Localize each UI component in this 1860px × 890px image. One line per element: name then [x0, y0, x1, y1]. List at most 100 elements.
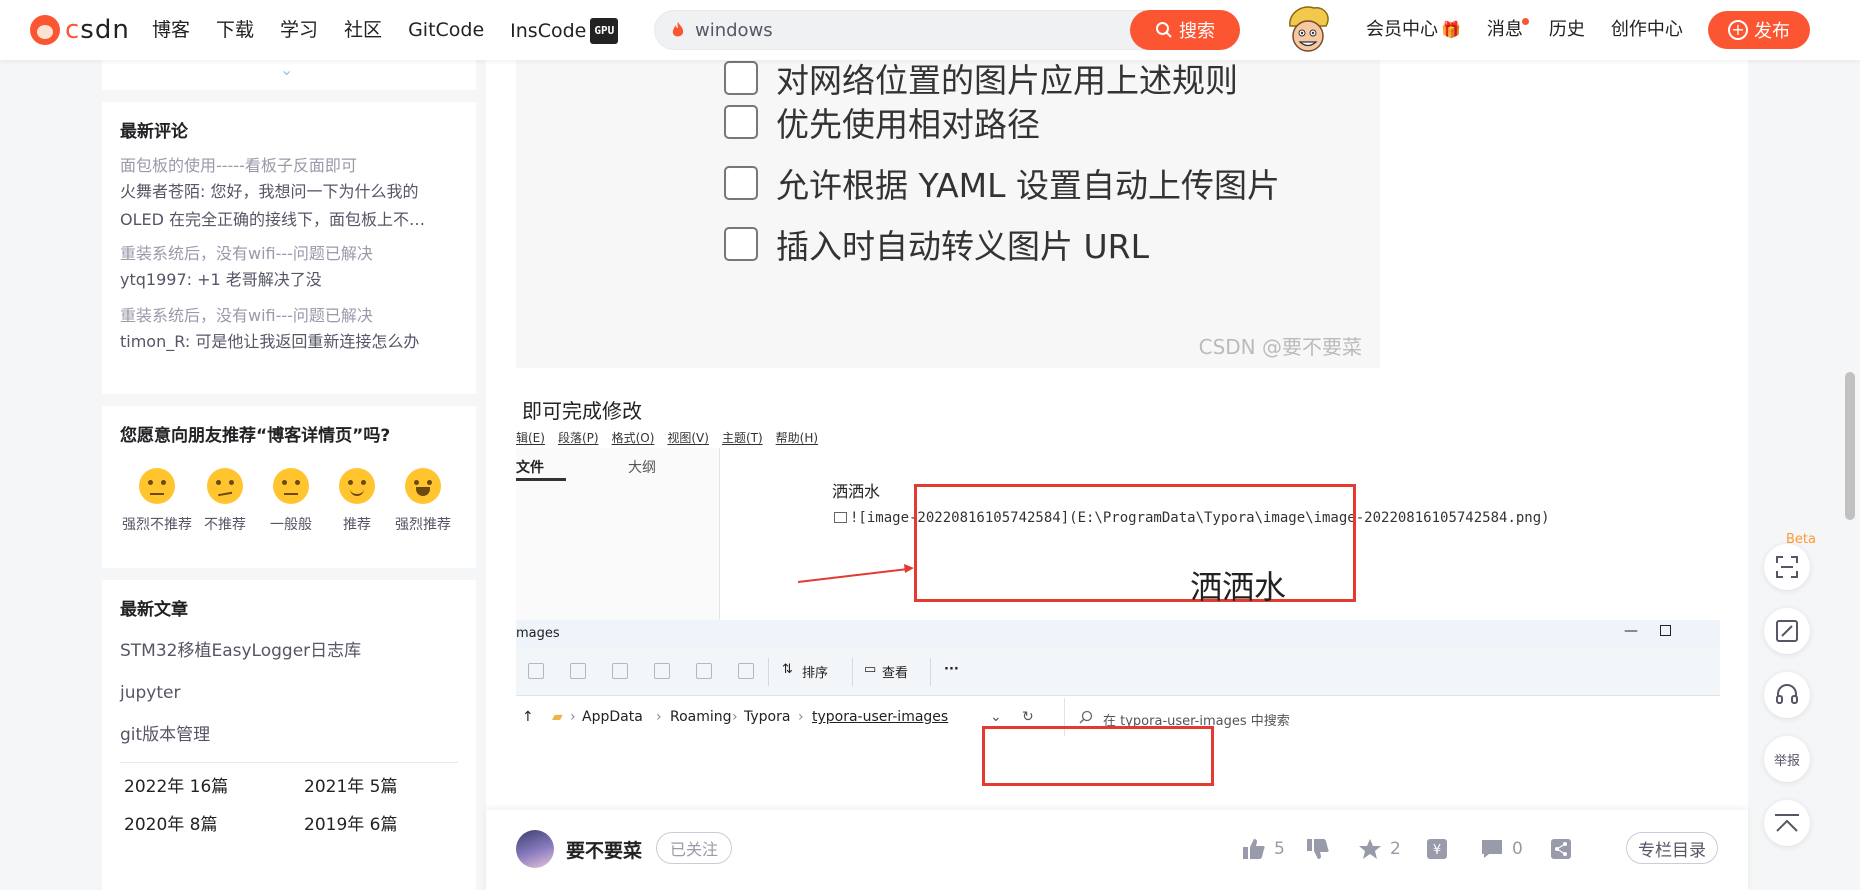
nav-link-inscode[interactable]: InsCode GPU	[510, 18, 619, 44]
main-nav: 博客 下载 学习 社区 GitCode InsCode GPU	[152, 18, 619, 44]
nav-link-learn[interactable]: 学习	[280, 18, 318, 44]
comment-text[interactable]: 火舞者苍陌: 您好，我想问一下为什么我的OLED 在完全正确的接线下，面包板上不…	[120, 178, 458, 232]
recommend-survey-card: 您愿意向朋友推荐“博客详情页”吗? 强烈不推荐 不推荐 一般般 推荐 强烈推荐	[102, 406, 476, 568]
share-button[interactable]	[1550, 838, 1572, 860]
hot-flame-icon	[672, 22, 684, 37]
checkbox-icon	[724, 166, 758, 200]
search-input[interactable]	[695, 17, 1095, 43]
more-icon: ···	[944, 662, 959, 677]
nav-vip-center[interactable]: 会员中心 🎁	[1366, 18, 1461, 42]
unread-dot	[1521, 18, 1529, 25]
dislike-button[interactable]	[1306, 838, 1330, 860]
breadcrumb-separator: ›	[798, 709, 804, 725]
avatar-cartoon-icon	[1282, 4, 1334, 56]
article-link[interactable]: jupyter	[120, 680, 458, 706]
up-arrow-icon: ↑	[522, 709, 534, 725]
article-link[interactable]: git版本管理	[120, 722, 458, 748]
archive-item[interactable]: 2022年 16篇	[124, 773, 304, 801]
arrow-up-icon	[1775, 814, 1799, 832]
nav-history[interactable]: 历史	[1549, 18, 1585, 42]
reward-button[interactable]: ¥	[1426, 838, 1448, 860]
comment-icon	[1482, 840, 1502, 858]
explorer-titlebar: mages —	[516, 620, 1720, 648]
paste-icon	[612, 663, 628, 679]
nav-link-download[interactable]: 下载	[216, 18, 254, 44]
image-watermark: CSDN @要不要菜	[1198, 335, 1362, 359]
nav-link-gitcode[interactable]: GitCode	[408, 18, 484, 44]
setting-option: 插入时自动转义图片 URL	[724, 220, 1149, 268]
article-bottom-toolbar: 要不要菜 已关注 5 2 ¥ 0 专栏目录	[486, 810, 1748, 890]
comment-button[interactable]: 0	[1480, 838, 1523, 860]
breadcrumb-item: typora-user-images	[812, 709, 949, 725]
search-icon	[1156, 22, 1172, 38]
recommend-option-neutral[interactable]: 一般般	[258, 468, 324, 534]
nav-messages[interactable]: 消息	[1486, 18, 1529, 42]
refresh-icon: ↻	[1022, 709, 1034, 725]
recommend-option-strongly-yes[interactable]: 强烈推荐	[390, 468, 456, 534]
recommend-option-strongly-not[interactable]: 强烈不推荐	[122, 468, 192, 534]
archive-item[interactable]: 2021年 5篇	[304, 773, 464, 801]
follow-button[interactable]: 已关注	[656, 832, 732, 864]
star-icon	[1359, 839, 1381, 859]
recommend-option-yes[interactable]: 推荐	[324, 468, 390, 534]
comment-text[interactable]: ytq1997: +1 老哥解决了没	[120, 266, 458, 294]
search-button[interactable]: 搜索	[1130, 10, 1240, 50]
recommend-option-label: 推荐	[343, 517, 371, 533]
search-icon	[1079, 710, 1093, 724]
nav-link-community[interactable]: 社区	[344, 18, 382, 44]
page-scrollbar-thumb[interactable]	[1845, 372, 1855, 520]
latest-comments-card: 最新评论 面包板的使用-----看板子反面即可 火舞者苍陌: 您好，我想问一下为…	[102, 102, 476, 394]
maximize-icon	[1660, 625, 1671, 636]
ai-assistant-button[interactable]	[1764, 544, 1810, 590]
comment-source-link[interactable]: 重装系统后，没有wifi---问题已解决	[120, 304, 458, 328]
breadcrumb-separator: ›	[656, 709, 662, 725]
toolbar-separator	[930, 658, 931, 686]
csdn-logo[interactable]: csdn	[30, 14, 130, 46]
article-paragraph: 即可完成修改	[522, 399, 642, 423]
archive-item[interactable]: 2019年 6篇	[304, 811, 464, 839]
vip-center-label: 会员中心	[1366, 19, 1438, 40]
setting-option-label: 对网络位置的图片应用上述规则	[776, 61, 1238, 100]
publish-button[interactable]: + 发布	[1708, 11, 1810, 49]
comment-text[interactable]: timon_R: 可是他让我返回重新连接怎么办	[120, 328, 458, 356]
messages-label: 消息	[1486, 19, 1523, 40]
comment-source-link[interactable]: 面包板的使用-----看板子反面即可	[120, 154, 458, 178]
yen-icon: ¥	[1427, 839, 1447, 859]
neutral-face-icon	[273, 468, 309, 504]
minimize-icon: —	[1624, 623, 1638, 639]
latest-comments-title: 最新评论	[120, 122, 188, 142]
explorer-toolbar: ⇅ 排序 ▭ 查看 ···	[516, 648, 1720, 696]
favorite-button[interactable]: 2	[1358, 838, 1401, 860]
author-avatar[interactable]	[516, 830, 554, 868]
recommend-options: 强烈不推荐 不推荐 一般般 推荐 强烈推荐	[120, 468, 458, 534]
breadcrumb-item: Typora	[744, 709, 791, 725]
user-avatar[interactable]	[1282, 4, 1334, 56]
archive-item[interactable]: 2020年 8篇	[124, 811, 304, 839]
setting-option: 优先使用相对路径	[724, 98, 1040, 146]
rename-icon	[654, 663, 670, 679]
column-directory-button[interactable]: 专栏目录	[1626, 832, 1718, 864]
recommend-option-label: 强烈不推荐	[122, 517, 192, 533]
customer-service-button[interactable]	[1764, 672, 1810, 718]
comment-source-link[interactable]: 重装系统后，没有wifi---问题已解决	[120, 242, 458, 266]
logo-mascot-icon	[30, 15, 60, 45]
search-bar: 搜索	[654, 10, 1240, 50]
back-to-top-button[interactable]	[1764, 800, 1810, 846]
smile-face-icon	[339, 468, 375, 504]
logo-text: csdn	[65, 15, 130, 45]
setting-option-label: 允许根据 YAML 设置自动上传图片	[776, 166, 1281, 205]
scan-icon	[1776, 556, 1798, 578]
recommend-survey-title: 您愿意向朋友推荐“博客详情页”吗?	[120, 426, 391, 446]
article-link[interactable]: STM32移植EasyLogger日志库	[120, 638, 458, 664]
write-button[interactable]	[1764, 608, 1810, 654]
recommend-option-not[interactable]: 不推荐	[192, 468, 258, 534]
like-button[interactable]: 5	[1242, 838, 1285, 860]
user-nav: 会员中心 🎁 消息 历史 创作中心	[1366, 18, 1683, 42]
nav-creator-center[interactable]: 创作中心	[1611, 18, 1683, 42]
comment-count: 0	[1512, 839, 1523, 859]
nav-link-blog[interactable]: 博客	[152, 18, 190, 44]
chevron-down-icon[interactable]: ⌄	[280, 60, 293, 79]
author-name[interactable]: 要不要菜	[566, 836, 642, 863]
report-button[interactable]: 举报	[1764, 736, 1810, 782]
checkbox-icon	[724, 227, 758, 261]
